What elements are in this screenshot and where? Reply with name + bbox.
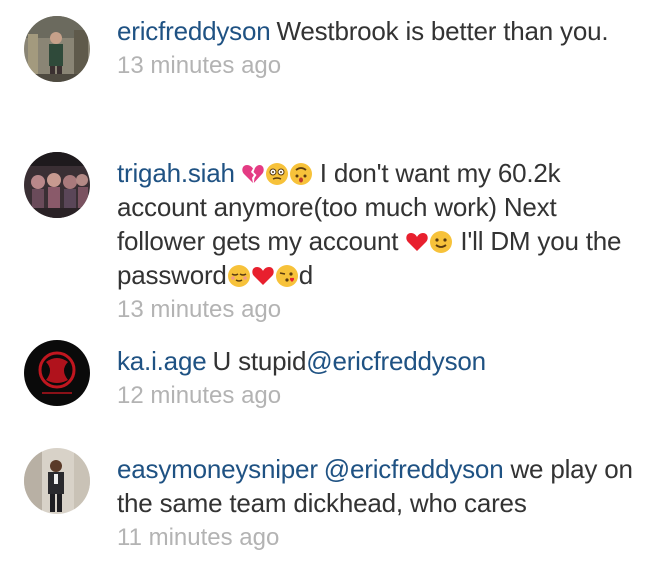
upside-down-face-icon bbox=[289, 162, 313, 186]
avatar[interactable] bbox=[24, 152, 90, 218]
relieved-face-icon bbox=[227, 264, 251, 288]
comment-body: ericfreddyson Westbrook is better than yo… bbox=[117, 14, 637, 82]
comment-timestamp: 13 minutes ago bbox=[117, 296, 282, 323]
comment-text: ericfreddyson Westbrook is better than yo… bbox=[117, 14, 637, 48]
smiling-face-icon bbox=[429, 230, 453, 254]
kissing-face-icon bbox=[275, 264, 299, 288]
avatar[interactable] bbox=[24, 340, 90, 406]
comment-body: ka.i.age U stupid@ericfreddyson 12 minute… bbox=[117, 344, 637, 412]
comment-message: U stupid bbox=[212, 346, 307, 376]
comment-body: trigah.siah I don't want my 60.2k accoun… bbox=[117, 156, 637, 326]
username-link[interactable]: easymoneysniper bbox=[117, 454, 318, 484]
comment-list: ericfreddyson Westbrook is better than yo… bbox=[0, 0, 650, 571]
username-link[interactable]: ericfreddyson bbox=[117, 16, 271, 46]
comment-text: ka.i.age U stupid@ericfreddyson bbox=[117, 344, 637, 378]
comment-message: d bbox=[298, 260, 313, 290]
comment-body: easymoneysniper @ericfreddyson we play on… bbox=[117, 452, 637, 554]
comment-text: easymoneysniper @ericfreddyson we play on… bbox=[117, 452, 637, 520]
comment-timestamp: 13 minutes ago bbox=[117, 52, 282, 79]
avatar[interactable] bbox=[24, 16, 90, 82]
broken-heart-icon bbox=[241, 162, 265, 186]
red-heart-icon bbox=[251, 264, 275, 288]
mention-link[interactable]: @ericfreddyson bbox=[324, 454, 504, 484]
avatar[interactable] bbox=[24, 448, 90, 514]
comment-timestamp: 11 minutes ago bbox=[117, 524, 280, 551]
username-link[interactable]: ka.i.age bbox=[117, 346, 207, 376]
red-heart-icon bbox=[405, 230, 429, 254]
dizzy-face-icon bbox=[265, 162, 289, 186]
comment-timestamp: 12 minutes ago bbox=[117, 382, 282, 409]
mention-link[interactable]: @ericfreddyson bbox=[306, 346, 486, 376]
comment-message: Westbrook is better than you. bbox=[276, 16, 609, 46]
username-link[interactable]: trigah.siah bbox=[117, 158, 235, 188]
comment-text: trigah.siah I don't want my 60.2k accoun… bbox=[117, 156, 637, 292]
